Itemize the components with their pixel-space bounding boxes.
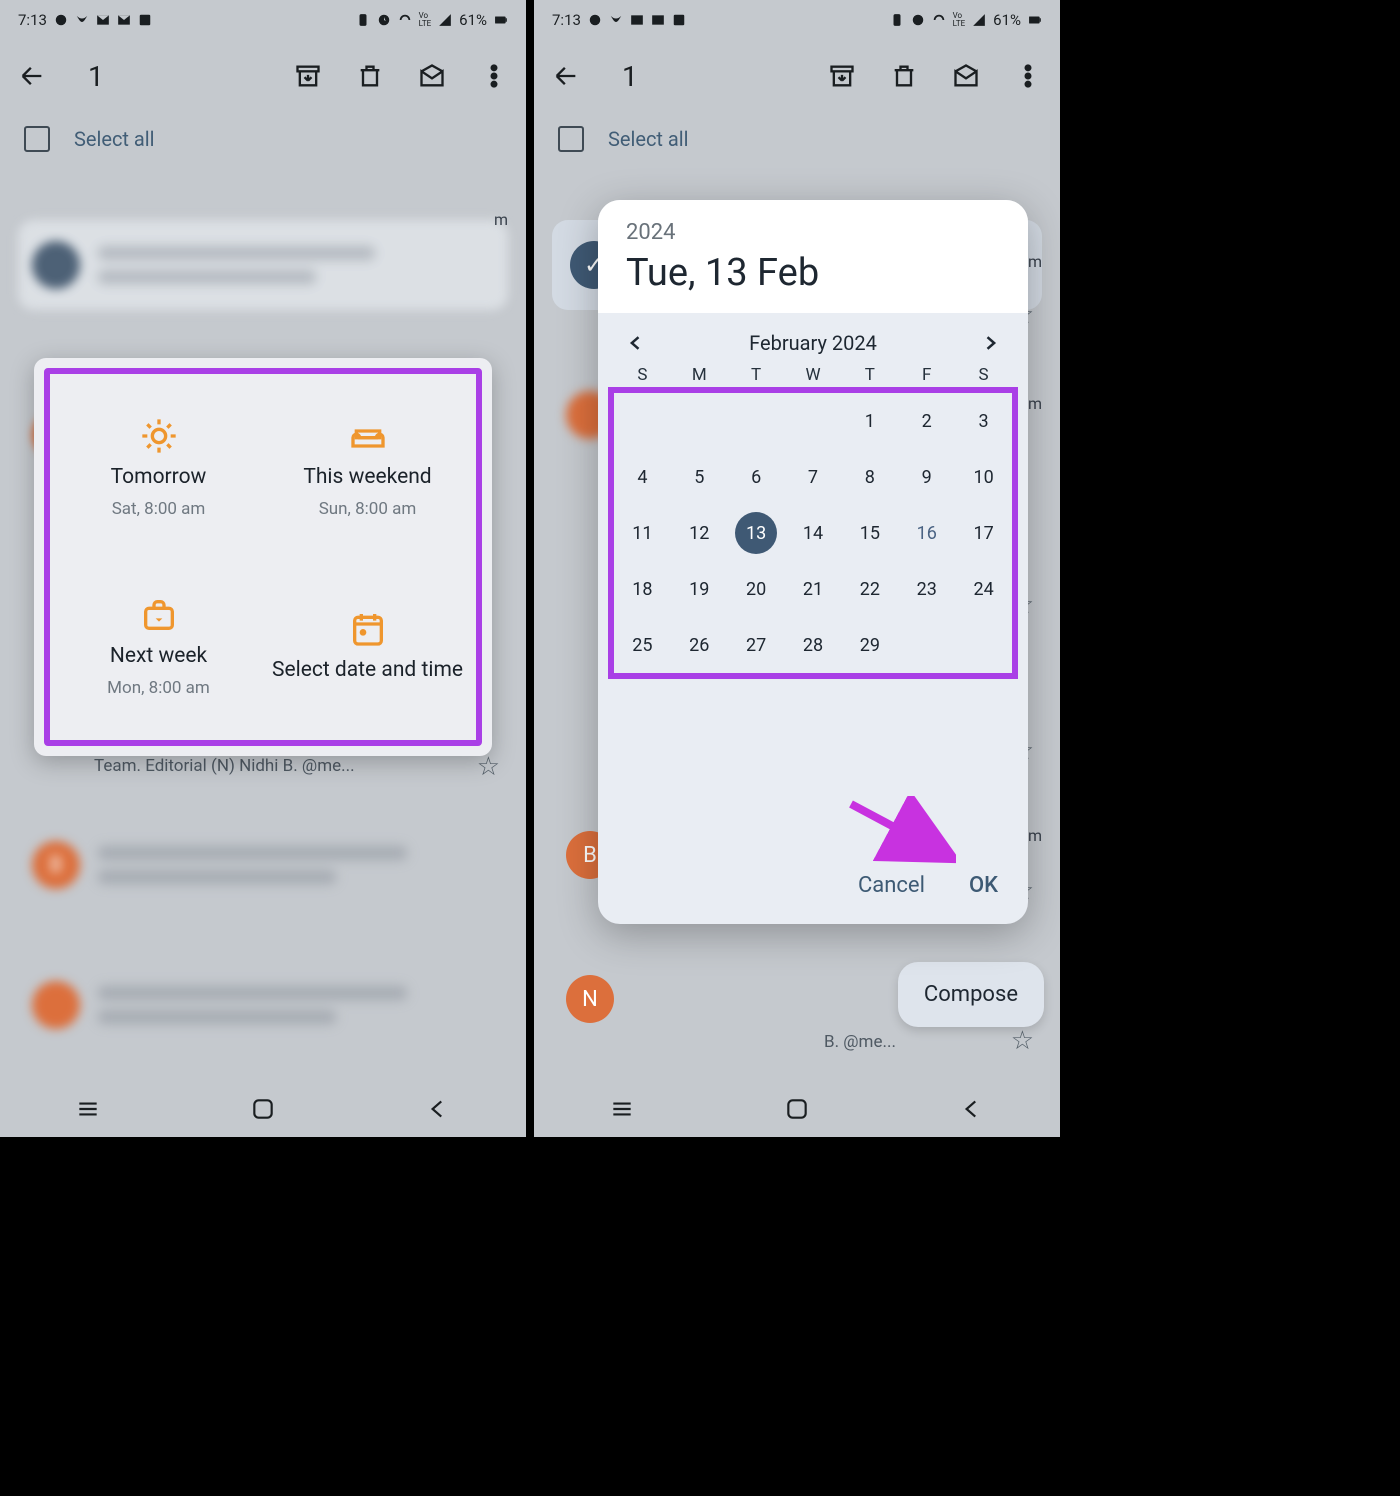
calendar-day[interactable]: 8 xyxy=(841,449,898,505)
archive-icon[interactable] xyxy=(294,62,322,90)
calendar-day[interactable]: 15 xyxy=(841,505,898,561)
select-all-row[interactable]: Select all xyxy=(0,112,526,166)
status-bar: 7:13 VoLTE 61% xyxy=(534,0,1060,40)
overflow-icon[interactable] xyxy=(1014,62,1042,90)
select-all-checkbox[interactable] xyxy=(24,126,50,152)
nav-bar xyxy=(0,1081,526,1137)
selection-count: 1 xyxy=(88,60,260,93)
calendar-grid: 1234567891011121314151617181920212223242… xyxy=(614,393,1012,673)
phone-right: 7:13 VoLTE 61% 1 xyxy=(534,0,1060,1137)
calendar-day[interactable]: 7 xyxy=(785,449,842,505)
snooze-tomorrow[interactable]: Tomorrow Sat, 8:00 am xyxy=(54,378,263,557)
nav-back-icon[interactable] xyxy=(425,1096,451,1122)
nav-home-icon[interactable] xyxy=(784,1096,810,1122)
calendar-day[interactable]: 9 xyxy=(898,449,955,505)
cancel-button[interactable]: Cancel xyxy=(858,873,925,898)
back-icon[interactable] xyxy=(18,62,46,90)
nav-bar xyxy=(534,1081,1060,1137)
ok-button[interactable]: OK xyxy=(969,873,998,898)
phone-left: 7:13 VoLTE 61% 1 xyxy=(0,0,526,1137)
calendar-day[interactable]: 20 xyxy=(728,561,785,617)
picker-year[interactable]: 2024 xyxy=(626,220,1000,245)
status-time: 7:13 xyxy=(18,11,47,29)
calendar-day[interactable]: 1 xyxy=(841,393,898,449)
date-picker-dialog: 2024 Tue, 13 Feb February 2024 SMTWTFS 1… xyxy=(598,200,1028,924)
delete-icon[interactable] xyxy=(356,62,384,90)
calendar-day[interactable]: 14 xyxy=(785,505,842,561)
delete-icon[interactable] xyxy=(890,62,918,90)
calendar-day[interactable]: 28 xyxy=(785,617,842,673)
overflow-icon[interactable] xyxy=(480,62,508,90)
calendar-day[interactable]: 26 xyxy=(671,617,728,673)
mark-read-icon[interactable] xyxy=(952,62,980,90)
calendar-day[interactable]: 29 xyxy=(841,617,898,673)
status-battery: 61% xyxy=(459,11,487,29)
annotation-arrow xyxy=(846,796,956,866)
nav-home-icon[interactable] xyxy=(250,1096,276,1122)
calendar-day[interactable]: 2 xyxy=(898,393,955,449)
snooze-weekend[interactable]: This weekend Sun, 8:00 am xyxy=(263,378,472,557)
calendar-day[interactable]: 3 xyxy=(955,393,1012,449)
toolbar: 1 xyxy=(0,40,526,112)
briefcase-icon xyxy=(139,595,179,635)
nav-back-icon[interactable] xyxy=(959,1096,985,1122)
weekday-header: SMTWTFS xyxy=(598,365,1028,385)
calendar-day[interactable]: 11 xyxy=(614,505,671,561)
calendar-day[interactable]: 10 xyxy=(955,449,1012,505)
sun-icon xyxy=(139,416,179,456)
nav-recents-icon[interactable] xyxy=(75,1096,101,1122)
snooze-custom[interactable]: Select date and time xyxy=(263,557,472,736)
calendar-day[interactable]: 21 xyxy=(785,561,842,617)
calendar-day[interactable]: 4 xyxy=(614,449,671,505)
next-month-icon[interactable] xyxy=(980,333,1000,353)
calendar-day[interactable]: 27 xyxy=(728,617,785,673)
compose-button[interactable]: Compose xyxy=(898,962,1044,1027)
volte-icon: VoLTE xyxy=(419,12,432,28)
calendar-day[interactable]: 16 xyxy=(898,505,955,561)
calendar-day[interactable]: 23 xyxy=(898,561,955,617)
calendar-day[interactable]: 13 xyxy=(728,505,785,561)
month-label: February 2024 xyxy=(749,331,877,355)
calendar-day[interactable]: 19 xyxy=(671,561,728,617)
picker-date-label: Tue, 13 Feb xyxy=(626,251,1000,295)
prev-month-icon[interactable] xyxy=(626,333,646,353)
calendar-day[interactable]: 24 xyxy=(955,561,1012,617)
compose-label: Compose xyxy=(924,982,1018,1007)
calendar-day[interactable]: 17 xyxy=(955,505,1012,561)
calendar-day[interactable]: 5 xyxy=(671,449,728,505)
toolbar: 1 xyxy=(534,40,1060,112)
calendar-day[interactable]: 22 xyxy=(841,561,898,617)
snooze-dialog: Tomorrow Sat, 8:00 am This weekend Sun, … xyxy=(34,358,492,756)
calendar-day[interactable]: 6 xyxy=(728,449,785,505)
list-text-snippet: Team. Editorial (N) Nidhi B. @me... xyxy=(94,756,355,776)
select-all-label: Select all xyxy=(74,127,155,151)
calendar-day[interactable]: 12 xyxy=(671,505,728,561)
nav-recents-icon[interactable] xyxy=(609,1096,635,1122)
couch-icon xyxy=(348,416,388,456)
snooze-nextweek[interactable]: Next week Mon, 8:00 am xyxy=(54,557,263,736)
calendar-day[interactable]: 18 xyxy=(614,561,671,617)
calendar-day[interactable]: 25 xyxy=(614,617,671,673)
mark-read-icon[interactable] xyxy=(418,62,446,90)
select-all-row[interactable]: Select all xyxy=(534,112,1060,166)
calendar-icon xyxy=(348,609,388,649)
archive-icon[interactable] xyxy=(828,62,856,90)
status-bar: 7:13 VoLTE 61% xyxy=(0,0,526,40)
select-all-checkbox[interactable] xyxy=(558,126,584,152)
back-icon[interactable] xyxy=(552,62,580,90)
picker-header[interactable]: 2024 Tue, 13 Feb xyxy=(598,200,1028,313)
